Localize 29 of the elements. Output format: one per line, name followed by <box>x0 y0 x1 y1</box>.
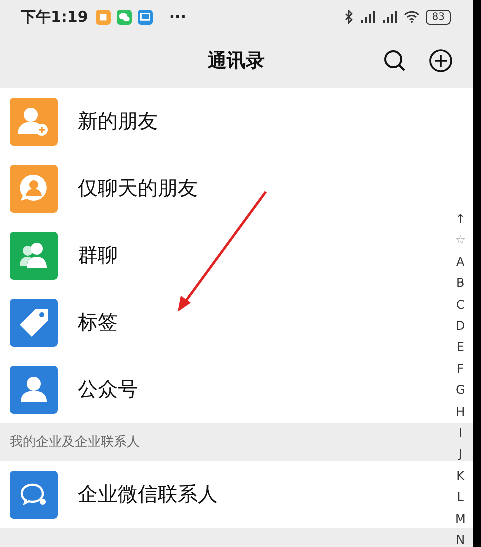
signal-icon <box>382 11 398 23</box>
note-app-icon <box>96 10 112 24</box>
index-letter[interactable]: G <box>456 380 466 402</box>
index-letter[interactable]: M <box>455 508 466 530</box>
index-letter[interactable]: C <box>456 294 465 316</box>
index-letter[interactable]: H <box>456 402 466 424</box>
add-icon[interactable] <box>429 49 453 73</box>
battery-indicator: 83 <box>426 10 451 24</box>
index-letter[interactable]: A <box>456 252 465 274</box>
monitor-app-icon <box>138 10 154 24</box>
search-icon[interactable] <box>383 49 407 73</box>
index-letter[interactable]: F <box>457 358 464 380</box>
index-letter[interactable]: J <box>458 444 462 466</box>
status-time: 下午1:19 <box>21 8 88 26</box>
index-letter[interactable]: E <box>456 337 464 359</box>
more-notifications: ··· <box>169 8 186 26</box>
index-letter[interactable]: D <box>456 316 466 338</box>
index-letter[interactable]: K <box>456 466 465 488</box>
bluetooth-icon <box>344 10 354 24</box>
index-letter[interactable]: L <box>457 487 464 509</box>
index-letter[interactable]: ↑ <box>456 209 466 230</box>
wifi-icon <box>404 11 420 23</box>
section-header: 我的企业及企业联系人 <box>10 434 140 451</box>
index-letter[interactable]: N <box>456 530 466 547</box>
index-letter[interactable]: I <box>458 423 462 444</box>
chat-app-icon <box>117 10 132 24</box>
signal-icon <box>360 11 376 23</box>
page-title: 通讯录 <box>208 49 265 74</box>
index-letter[interactable]: B <box>456 273 465 295</box>
